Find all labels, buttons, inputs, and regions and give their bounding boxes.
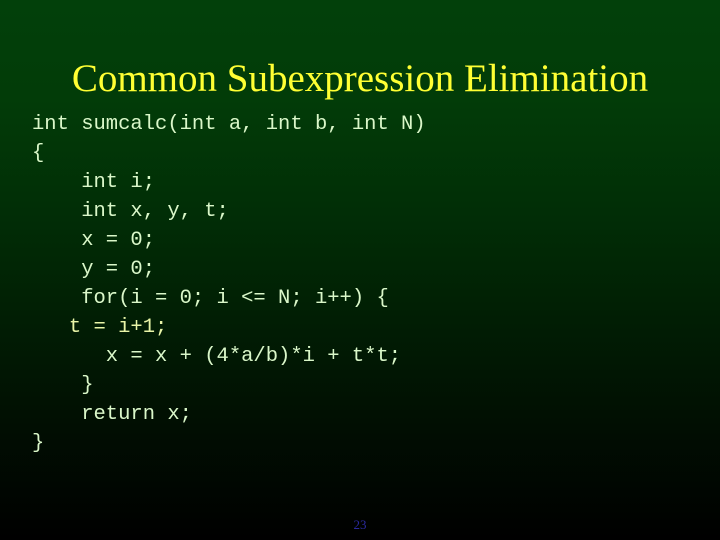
code-line: t = i+1; — [32, 316, 168, 339]
page-title: Common Subexpression Elimination — [71, 57, 649, 101]
code-line: x = 0; — [32, 229, 156, 252]
code-line: } — [32, 432, 45, 455]
code-line: return x; — [32, 403, 192, 426]
code-line: for(i = 0; i <= N; i++) { — [32, 287, 389, 310]
code-line: int x, y, t; — [32, 200, 229, 223]
page-number: 23 — [353, 517, 367, 532]
code-line: y = 0; — [32, 258, 156, 281]
code-line: { — [32, 142, 45, 165]
code-line: int sumcalc(int a, int b, int N) — [32, 113, 426, 136]
slide-canvas: Common Subexpression Elimination int sum… — [0, 0, 720, 540]
code-line: int i; — [32, 171, 156, 194]
code-line: } — [32, 374, 94, 397]
code-block: int sumcalc(int a, int b, int N) { int i;… — [32, 110, 692, 458]
code-line: x = x + (4*a/b)*i + t*t; — [32, 345, 402, 368]
